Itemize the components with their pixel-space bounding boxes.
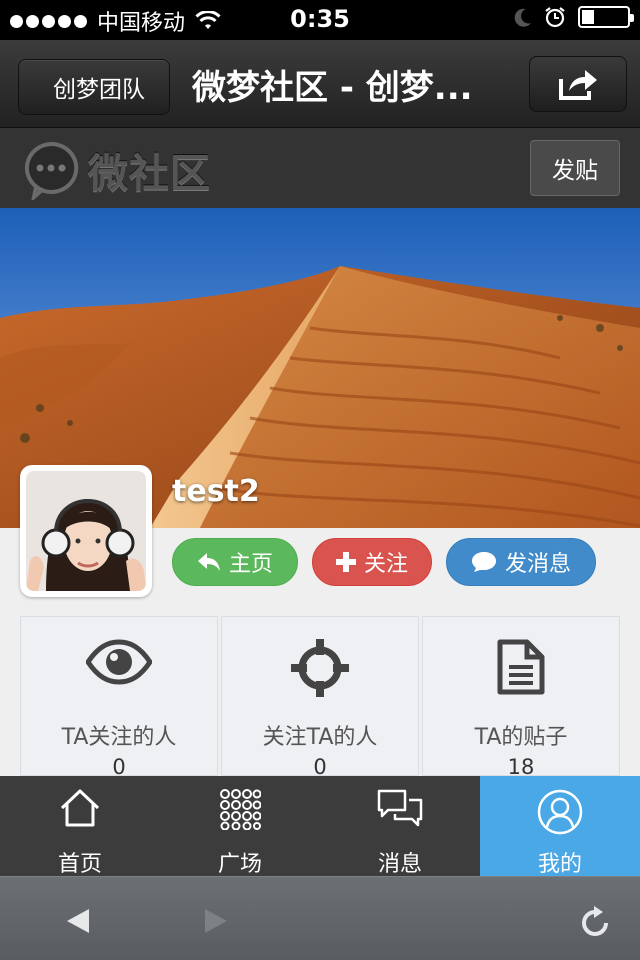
username: test2	[172, 474, 260, 509]
homepage-button[interactable]: 主页	[172, 538, 298, 586]
tab-home[interactable]: 首页	[0, 776, 160, 877]
tab-messages-label: 消息	[377, 852, 422, 877]
chat-logo-icon	[24, 141, 79, 200]
follow-label: 关注	[363, 552, 408, 577]
document-icon	[497, 639, 545, 695]
battery-icon	[578, 6, 634, 28]
moon-icon	[514, 8, 531, 27]
arrow-left-icon	[67, 909, 89, 933]
stat-following-label: TA关注的人	[61, 725, 177, 750]
profile-stats: TA关注的人 0 关注TA的人 0 TA的贴子 18	[20, 616, 620, 779]
user-icon	[537, 789, 583, 835]
home-icon	[60, 789, 100, 827]
refresh-icon	[582, 906, 608, 936]
app-header: 微社区 发贴	[0, 128, 640, 208]
send-message-button[interactable]: 发消息	[446, 538, 596, 586]
share-icon	[559, 70, 597, 100]
stat-following[interactable]: TA关注的人 0	[20, 616, 218, 779]
status-right	[514, 6, 634, 28]
logo-text: 微社区	[88, 151, 211, 197]
tab-square-label: 广场	[217, 852, 262, 877]
crosshair-icon	[291, 639, 349, 697]
app-logo: 微社区	[22, 140, 211, 200]
tab-messages[interactable]: 消息	[320, 776, 480, 877]
tab-mine-label: 我的	[537, 852, 582, 877]
messages-icon	[377, 789, 423, 827]
browser-toolbar	[0, 876, 640, 960]
stat-followers-label: 关注TA的人	[262, 725, 378, 750]
share-button[interactable]	[529, 56, 627, 112]
alarm-clock-icon	[545, 7, 565, 28]
stat-posts[interactable]: TA的贴子 18	[422, 616, 620, 779]
browser-forward-button[interactable]	[194, 899, 238, 943]
tab-bar: 首页 广场 消息 我的	[0, 776, 640, 877]
browser-refresh-button[interactable]	[574, 899, 618, 943]
tab-square[interactable]: 广场	[160, 776, 320, 877]
status-bar: 中国移动 0:35	[0, 0, 640, 40]
homepage-label: 主页	[228, 552, 273, 577]
eye-icon	[86, 639, 152, 685]
page-title: 微梦社区 - 创梦...	[192, 68, 473, 108]
avatar[interactable]	[20, 465, 152, 597]
follow-button[interactable]: 关注	[312, 538, 432, 586]
avatar-image	[26, 471, 146, 591]
send-message-label: 发消息	[504, 552, 571, 577]
browser-back-button[interactable]	[56, 899, 100, 943]
new-post-button[interactable]: 发贴	[530, 140, 620, 196]
plus-icon	[335, 552, 356, 572]
reply-icon	[197, 553, 220, 571]
stat-posts-label: TA的贴子	[474, 725, 568, 750]
tab-mine[interactable]: 我的	[480, 776, 640, 877]
grid-icon	[220, 789, 261, 830]
nav-bar: 创梦团队 微梦社区 - 创梦...	[0, 40, 640, 128]
tab-home-label: 首页	[57, 852, 102, 877]
stat-followers[interactable]: 关注TA的人 0	[221, 616, 419, 779]
arrow-right-icon	[205, 909, 227, 933]
chat-bubble-icon	[471, 552, 496, 572]
back-button[interactable]: 创梦团队	[18, 59, 170, 115]
